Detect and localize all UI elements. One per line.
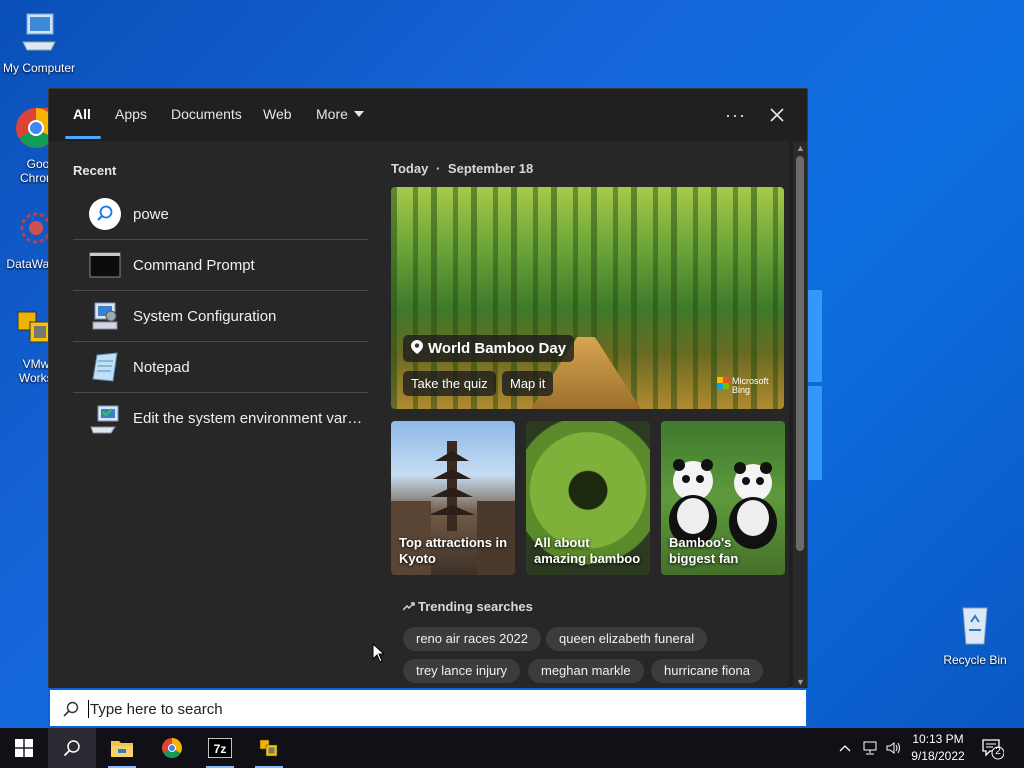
microsoft-bing-logo: Microsoft Bing [717, 377, 769, 395]
search-panel: All Apps Documents Web More ··· Recent p… [48, 88, 808, 689]
chrome-icon [162, 738, 182, 758]
trending-chip[interactable]: hurricane fiona [651, 659, 763, 683]
list-item-label: System Configuration [133, 307, 277, 325]
tab-documents[interactable]: Documents [171, 106, 242, 122]
system-configuration-icon [92, 302, 118, 330]
hero-title[interactable]: World Bamboo Day [403, 335, 575, 362]
7zip-icon: 7z [208, 738, 232, 758]
tab-web[interactable]: Web [263, 106, 292, 122]
trending-heading-text: Trending searches [418, 599, 533, 614]
windows-logo-wallpaper [808, 290, 824, 480]
chevron-down-icon [353, 111, 364, 117]
recent-pane: Recent powe Command Prompt System Config… [49, 141, 379, 689]
show-hidden-icons[interactable] [838, 728, 852, 768]
list-item-label: Notepad [133, 358, 190, 376]
location-pin-icon [411, 340, 423, 354]
network-tray[interactable] [862, 728, 880, 768]
today-separator: · [435, 161, 441, 176]
taskbar-search-box[interactable] [48, 688, 808, 728]
action-center-button[interactable]: 2 [980, 736, 1008, 760]
search-icon [63, 701, 79, 717]
hero-title-text: World Bamboo Day [428, 340, 567, 357]
card-bamboo[interactable]: All about amazing bamboo [526, 421, 650, 575]
list-item[interactable]: System Configuration [73, 291, 368, 342]
close-icon[interactable] [765, 103, 789, 127]
taskbar: 7z 10:13 PM 9/18/2022 2 [0, 728, 1024, 768]
recent-list: powe Command Prompt System Configuration [73, 189, 368, 444]
hero-card-bamboo[interactable]: World Bamboo Day Take the quiz Map it Mi… [391, 187, 784, 409]
trending-chip[interactable]: reno air races 2022 [403, 627, 542, 651]
search-icon [63, 740, 80, 757]
taskbar-vmware[interactable] [245, 728, 293, 768]
tab-all[interactable]: All [73, 106, 91, 122]
card-kyoto[interactable]: Top attractions in Kyoto [391, 421, 515, 575]
command-prompt-icon [89, 252, 121, 278]
card-panda[interactable]: Bamboo's biggest fan [661, 421, 785, 575]
trending-chip[interactable]: meghan markle [528, 659, 644, 683]
active-tab-indicator [65, 136, 101, 139]
card-caption: Bamboo's biggest fan [669, 535, 739, 566]
list-item[interactable]: Notepad [73, 342, 368, 393]
taskbar-chrome[interactable] [148, 728, 196, 768]
trending-chip[interactable]: queen elizabeth funeral [546, 627, 708, 651]
card-caption: All about amazing bamboo [534, 535, 641, 566]
trending-chip[interactable]: trey lance injury [403, 659, 521, 683]
trending-heading: Trending searches [402, 599, 533, 614]
scrollbar[interactable]: ▲ ▼ [793, 141, 807, 689]
scroll-down-icon[interactable]: ▼ [796, 677, 805, 687]
take-quiz-button[interactable]: Take the quiz [403, 371, 496, 396]
clock-time: 10:13 PM [912, 732, 964, 746]
tab-apps[interactable]: Apps [115, 106, 147, 122]
tab-more[interactable]: More [316, 106, 364, 122]
recent-heading: Recent [73, 163, 117, 178]
recycle-bin-icon [962, 607, 988, 645]
desktop-icon-label: My Computer [2, 61, 76, 75]
notepad-icon [92, 352, 118, 382]
windows-start-icon [15, 739, 33, 757]
list-item-label: powe [133, 205, 169, 223]
list-item[interactable]: Edit the system environment vari... [73, 393, 368, 444]
desktop-icon-recycle-bin[interactable]: Recycle Bin [936, 602, 1014, 667]
highlight-cards: Top attractions in Kyoto All about amazi… [391, 421, 786, 575]
system-clock[interactable]: 10:13 PM 9/18/2022 [900, 731, 976, 765]
search-icon [89, 198, 121, 230]
microsoft-logo-icon [717, 377, 729, 389]
today-label: Today [391, 161, 429, 176]
chevron-up-icon [839, 745, 851, 752]
today-date: September 18 [447, 161, 534, 176]
scroll-up-icon[interactable]: ▲ [796, 143, 805, 153]
notification-badge: 2 [995, 746, 1001, 757]
today-header: Today · September 18 [391, 161, 533, 176]
text-caret [88, 700, 89, 718]
desktop-icon-my-computer[interactable]: My Computer [0, 10, 78, 75]
list-item[interactable]: powe [73, 189, 368, 240]
map-it-button[interactable]: Map it [502, 371, 554, 396]
folder-icon [111, 741, 133, 757]
search-input[interactable] [90, 696, 790, 722]
mouse-cursor-icon [372, 643, 386, 663]
highlights-pane: Today · September 18 World Bamboo Day Ta… [379, 141, 789, 689]
scrollbar-thumb[interactable] [796, 156, 804, 551]
computer-icon [22, 13, 56, 51]
more-options-icon[interactable]: ··· [725, 105, 746, 126]
start-button[interactable] [0, 728, 48, 768]
taskbar-7zip[interactable]: 7z [196, 728, 244, 768]
brand-line-2: Bing [732, 385, 751, 395]
svg-text:7z: 7z [214, 742, 227, 756]
system-properties-icon [90, 405, 119, 433]
trending-up-icon [402, 602, 415, 611]
taskbar-file-explorer[interactable] [98, 728, 146, 768]
card-caption: Top attractions in Kyoto [399, 535, 508, 566]
list-item-label: Edit the system environment vari... [133, 410, 363, 427]
list-item-label: Command Prompt [133, 256, 255, 274]
vmware-icon [259, 739, 278, 757]
tab-more-label: More [316, 106, 348, 122]
desktop-icon-label: Recycle Bin [943, 653, 1007, 667]
network-icon [863, 741, 877, 755]
taskbar-search-button[interactable] [48, 728, 96, 768]
list-item[interactable]: Command Prompt [73, 240, 368, 291]
search-tabs: All Apps Documents Web More ··· [49, 89, 807, 141]
clock-date: 9/18/2022 [911, 749, 965, 763]
